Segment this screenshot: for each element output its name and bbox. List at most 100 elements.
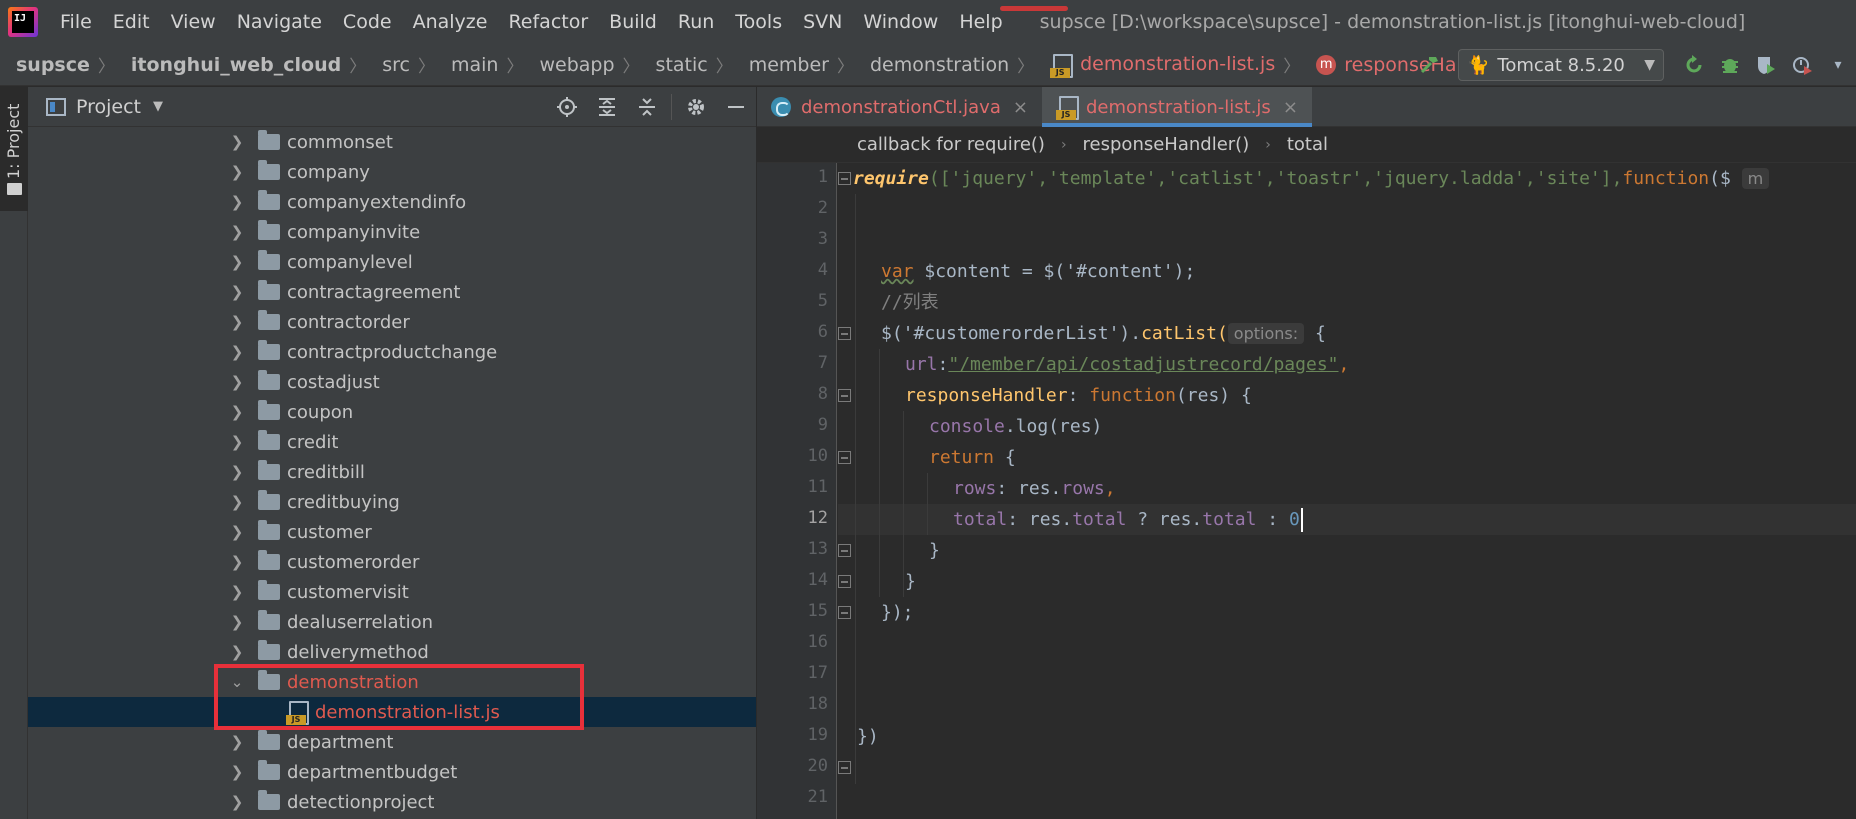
menu-edit[interactable]: Edit [103,0,161,44]
menu-file[interactable]: File [50,0,103,44]
tree-item-demonstration-list-js[interactable]: JS demonstration-list.js [28,697,756,727]
tree-item-companylevel[interactable]: ❯ companylevel [28,247,756,277]
line-number-gutter[interactable]: 1 2 3 4 5 6 7 8 9 10 11 12 13 14 15 16 1… [757,163,837,819]
tree-item-contractorder[interactable]: ❯ contractorder [28,307,756,337]
chevron-right-icon[interactable]: ❯ [228,133,246,151]
tree-item-dealuserrelation[interactable]: ❯ dealuserrelation [28,607,756,637]
chevron-right-icon[interactable]: ❯ [228,793,246,811]
tree-item-creditbill[interactable]: ❯ creditbill [28,457,756,487]
chevron-right-icon[interactable]: ❯ [228,643,246,661]
tree-item-companyextendinfo[interactable]: ❯ companyextendinfo [28,187,756,217]
tree-item-contractproductchange[interactable]: ❯ contractproductchange [28,337,756,367]
close-icon[interactable]: × [1013,97,1028,118]
fold-marker-icon[interactable] [838,389,851,402]
crumb-file[interactable]: JS demonstration-list.js [1034,53,1275,78]
chevron-right-icon[interactable]: ❯ [228,223,246,241]
code-editor[interactable]: 1 2 3 4 5 6 7 8 9 10 11 12 13 14 15 16 1… [757,163,1856,819]
menu-refactor[interactable]: Refactor [498,0,599,44]
tree-item-costadjust[interactable]: ❯ costadjust [28,367,756,397]
chevron-right-icon[interactable]: ❯ [228,583,246,601]
menu-run[interactable]: Run [668,0,725,44]
project-tool-window-button[interactable]: 1: Project [0,87,28,211]
tree-item-customer[interactable]: ❯ customer [28,517,756,547]
tree-item-deliverymethod[interactable]: ❯ deliverymethod [28,637,756,667]
chevron-right-icon[interactable]: ❯ [228,283,246,301]
chevron-right-icon[interactable]: ❯ [228,763,246,781]
tab-demonstrationctl-java[interactable]: demonstrationCtl.java × [757,87,1042,127]
tree-item-customerorder[interactable]: ❯ customerorder [28,547,756,577]
chevron-right-icon[interactable]: ❯ [228,253,246,271]
fold-marker-icon[interactable] [838,327,851,340]
crumb-webapp[interactable]: webapp [523,54,614,76]
menu-view[interactable]: View [161,0,227,44]
chevron-right-icon[interactable]: ❯ [228,613,246,631]
hammer-icon[interactable] [1418,53,1442,77]
chevron-right-icon[interactable]: ❯ [228,493,246,511]
tree-item-demonstration[interactable]: ⌄ demonstration [28,667,756,697]
menu-analyze[interactable]: Analyze [403,0,499,44]
tree-item-commonset[interactable]: ❯ commonset [28,127,756,157]
debug-bug-icon[interactable] [1718,53,1742,77]
tree-item-contractagreement[interactable]: ❯ contractagreement [28,277,756,307]
code-line-6: $('#customerorderList').catList(options:… [881,318,1326,349]
project-view-title[interactable]: Project [76,96,141,118]
tree-item-creditbuying[interactable]: ❯ creditbuying [28,487,756,517]
chevron-right-icon[interactable]: ❯ [228,733,246,751]
chevron-down-icon[interactable]: ▼ [153,99,163,114]
fold-marker-icon[interactable] [838,451,851,464]
chevron-right-icon[interactable]: ❯ [228,193,246,211]
crumb-member[interactable]: member [733,54,829,76]
crumb-module[interactable]: itonghui_web_cloud [115,54,341,76]
fold-end-icon[interactable] [838,575,851,588]
coverage-icon[interactable] [1754,53,1778,77]
run-configuration-select[interactable]: 🐈 Tomcat 8.5.20 ▼ [1458,49,1664,81]
breadcrumb-item-responsehandler[interactable]: responseHandler() [1083,134,1250,155]
menu-navigate[interactable]: Navigate [227,0,333,44]
expand-all-icon[interactable] [595,95,619,119]
tree-item-department[interactable]: ❯ department [28,727,756,757]
menu-build[interactable]: Build [599,0,668,44]
tree-item-coupon[interactable]: ❯ coupon [28,397,756,427]
menu-tools[interactable]: Tools [725,0,793,44]
fold-end-icon[interactable] [838,606,851,619]
tree-item-companyinvite[interactable]: ❯ companyinvite [28,217,756,247]
chevron-right-icon[interactable]: ❯ [228,343,246,361]
menu-window[interactable]: Window [853,0,949,44]
chevron-right-icon[interactable]: ❯ [228,373,246,391]
tree-item-detectionproject[interactable]: ❯ detectionproject [28,787,756,817]
chevron-right-icon[interactable]: ❯ [228,523,246,541]
tab-demonstration-list-js[interactable]: JS demonstration-list.js × [1041,87,1312,127]
chevron-right-icon[interactable]: ❯ [228,313,246,331]
tree-item-company[interactable]: ❯ company [28,157,756,187]
rerun-icon[interactable] [1682,53,1706,77]
fold-marker-icon[interactable] [838,172,851,185]
chevron-right-icon[interactable]: ❯ [228,463,246,481]
chevron-down-icon[interactable]: ⌄ [228,673,246,691]
crumb-project[interactable]: supsce [0,54,90,76]
fold-end-icon[interactable] [838,544,851,557]
breadcrumb-item-total[interactable]: total [1287,134,1328,155]
gear-icon[interactable] [684,95,708,119]
chevron-right-icon[interactable]: ❯ [228,403,246,421]
tree-item-credit[interactable]: ❯ credit [28,427,756,457]
breadcrumb-item-callback[interactable]: callback for require() [857,134,1045,155]
more-icon[interactable]: ▾ [1826,53,1850,77]
chevron-right-icon[interactable]: ❯ [228,163,246,181]
tree-item-departmentbudget[interactable]: ❯ departmentbudget [28,757,756,787]
crumb-static[interactable]: static [640,54,708,76]
collapse-all-icon[interactable] [635,95,659,119]
chevron-right-icon[interactable]: ❯ [228,553,246,571]
crumb-demonstration[interactable]: demonstration [854,54,1009,76]
close-icon[interactable]: × [1283,97,1298,118]
crumb-main[interactable]: main [435,54,498,76]
tree-item-customervisit[interactable]: ❯ customervisit [28,577,756,607]
code-line-19: }) [857,726,879,747]
fold-end-icon[interactable] [838,761,851,774]
hide-panel-icon[interactable] [724,95,748,119]
menu-svn[interactable]: SVN [793,0,853,44]
menu-code[interactable]: Code [333,0,403,44]
locate-target-icon[interactable] [555,95,579,119]
profile-icon[interactable] [1790,53,1814,77]
crumb-src[interactable]: src [366,54,410,76]
chevron-right-icon[interactable]: ❯ [228,433,246,451]
